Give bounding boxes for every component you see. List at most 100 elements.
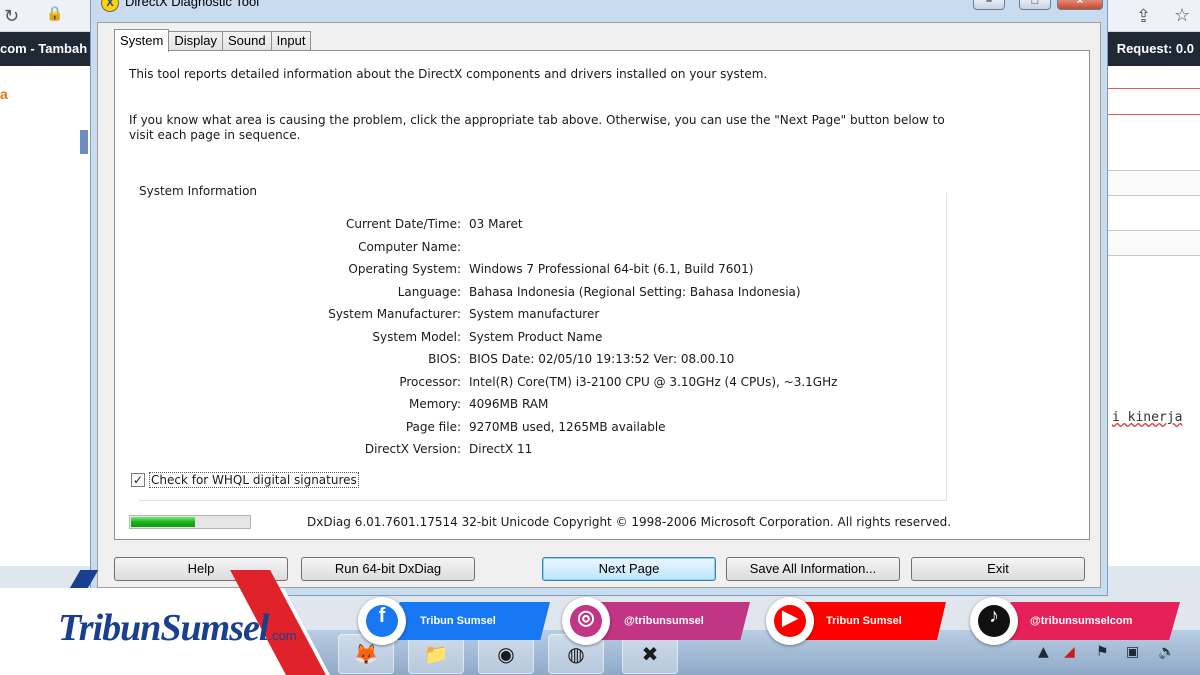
- tiktok-icon: ♪: [978, 605, 1010, 637]
- tab-sound[interactable]: Sound: [221, 31, 272, 51]
- facebook-icon: f: [366, 605, 398, 637]
- info-value: 03 Maret: [469, 217, 523, 231]
- info-label: Computer Name:: [358, 240, 461, 254]
- instagram-label: @tribunsumsel: [624, 615, 704, 627]
- tray-antivirus-icon[interactable]: ◢: [1064, 644, 1075, 660]
- page-left-strip: [80, 130, 88, 154]
- info-row-processor: Processor: Intel(R) Core(TM) i3-2100 CPU…: [139, 375, 899, 391]
- facebook-label: Tribun Sumsel: [420, 615, 496, 627]
- youtube-label: Tribun Sumsel: [826, 615, 902, 627]
- tray-expand-icon[interactable]: ▲: [1038, 644, 1049, 660]
- info-row-bios: BIOS: BIOS Date: 02/05/10 19:13:52 Ver: …: [139, 352, 899, 368]
- tray-network-icon[interactable]: ▣: [1126, 644, 1139, 660]
- instagram-icon: ◎: [570, 605, 602, 637]
- info-row-language: Language: Bahasa Indonesia (Regional Set…: [139, 285, 899, 301]
- info-label: System Manufacturer:: [328, 307, 461, 321]
- youtube-handle: Tribun Sumsel: [796, 602, 946, 640]
- copyright-text: DxDiag 6.01.7601.17514 32-bit Unicode Co…: [307, 515, 952, 529]
- browser-page-right: i kinerja: [1108, 66, 1200, 566]
- facebook-handle: Tribun Sumsel: [390, 602, 550, 640]
- window-title: DirectX Diagnostic Tool: [125, 0, 260, 9]
- info-label: Current Date/Time:: [345, 217, 461, 231]
- info-value: Windows 7 Professional 64-bit (6.1, Buil…: [469, 262, 754, 276]
- tray-flag-icon[interactable]: ⚑: [1096, 644, 1109, 660]
- progress-bar: [129, 515, 251, 529]
- run-64bit-button[interactable]: Run 64-bit DxDiag: [301, 557, 475, 581]
- info-row-directx-version: DirectX Version: DirectX 11: [139, 442, 899, 458]
- lock-icon: 🔒: [46, 6, 64, 22]
- browser-page-left: a: [0, 66, 96, 566]
- tab-input[interactable]: Input: [270, 31, 312, 51]
- tab-display[interactable]: Display: [168, 31, 223, 51]
- logo-text: TribunSumsel: [58, 607, 269, 649]
- tiktok-handle: @tribunsumselcom: [1000, 602, 1180, 640]
- progress-fill: [131, 517, 195, 527]
- maximize-button[interactable]: □: [1019, 0, 1051, 10]
- info-row-page-file: Page file: 9270MB used, 1265MB available: [139, 420, 899, 436]
- youtube-badge: ▶: [766, 597, 814, 645]
- page-right-field[interactable]: [1108, 170, 1200, 196]
- tiktok-label: @tribunsumselcom: [1030, 615, 1133, 627]
- system-information-group: Current Date/Time: 03 Maret Computer Nam…: [139, 193, 947, 501]
- info-row-manufacturer: System Manufacturer: System manufacturer: [139, 307, 899, 323]
- browser-tab-right[interactable]: Request: 0.0: [1117, 41, 1194, 56]
- maximize-icon: □: [1031, 0, 1039, 7]
- info-label: Language:: [397, 285, 461, 299]
- intro-text: This tool reports detailed information a…: [129, 67, 768, 81]
- whql-checkbox[interactable]: ✓: [131, 473, 145, 487]
- facebook-badge: f: [358, 597, 406, 645]
- close-icon: ×: [1076, 0, 1084, 7]
- page-right-field[interactable]: [1108, 230, 1200, 256]
- exit-button[interactable]: Exit: [911, 557, 1085, 581]
- info-value: 4096MB RAM: [469, 397, 549, 411]
- page-right-text: i kinerja: [1112, 410, 1183, 425]
- instagram-badge: ◎: [562, 597, 610, 645]
- info-value: System Product Name: [469, 330, 603, 344]
- system-tab-panel: This tool reports detailed information a…: [114, 50, 1090, 540]
- system-information-title: System Information: [139, 184, 258, 198]
- page-right-divider: [1108, 114, 1200, 115]
- info-value: Bahasa Indonesia (Regional Setting: Baha…: [469, 285, 801, 299]
- info-label: System Model:: [372, 330, 461, 344]
- tribunsumsel-logo: TribunSumsel.com: [58, 606, 297, 650]
- taskbar-chrome-icon[interactable]: ◉: [478, 634, 534, 674]
- tab-strip: System Display Sound Input: [114, 29, 312, 52]
- reload-icon[interactable]: ↻: [4, 6, 19, 27]
- intro-instructions: If you know what area is causing the pro…: [129, 113, 945, 142]
- info-row-computer-name: Computer Name:: [139, 240, 899, 256]
- info-label: Processor:: [399, 375, 461, 389]
- tiktok-badge: ♪: [970, 597, 1018, 645]
- bookmark-star-icon[interactable]: ☆: [1174, 5, 1190, 26]
- share-icon[interactable]: ⇪: [1136, 6, 1151, 27]
- logo-suffix: .com: [268, 628, 297, 643]
- info-label: BIOS:: [428, 352, 461, 366]
- info-value: 9270MB used, 1265MB available: [469, 420, 666, 434]
- youtube-icon: ▶: [774, 605, 806, 637]
- save-all-information-button[interactable]: Save All Information...: [726, 557, 900, 581]
- dialog-client: System Display Sound Input This tool rep…: [97, 22, 1101, 588]
- info-row-memory: Memory: 4096MB RAM: [139, 397, 899, 413]
- dxdiag-window: X DirectX Diagnostic Tool – □ × System D…: [90, 0, 1108, 596]
- directx-icon: X: [101, 0, 119, 12]
- whql-checkbox-label[interactable]: Check for WHQL digital signatures: [149, 472, 359, 488]
- browser-tab-left[interactable]: com - Tambah: [0, 41, 87, 56]
- close-button[interactable]: ×: [1057, 0, 1103, 10]
- minimize-button[interactable]: –: [973, 0, 1005, 10]
- info-label: Page file:: [405, 420, 461, 434]
- tray-volume-icon[interactable]: 🔊: [1158, 644, 1175, 660]
- page-left-text: a: [0, 86, 8, 102]
- info-value: DirectX 11: [469, 442, 533, 456]
- minimize-icon: –: [985, 0, 993, 7]
- next-page-button[interactable]: Next Page: [542, 557, 716, 581]
- info-row-datetime: Current Date/Time: 03 Maret: [139, 217, 899, 233]
- instagram-handle: @tribunsumsel: [590, 602, 750, 640]
- whql-checkbox-row[interactable]: ✓ Check for WHQL digital signatures: [131, 471, 359, 489]
- tab-system[interactable]: System: [114, 29, 170, 52]
- info-label: Memory:: [409, 397, 461, 411]
- info-label: DirectX Version:: [364, 442, 461, 456]
- taskbar-folder-icon[interactable]: 📁: [408, 634, 464, 674]
- info-label: Operating System:: [348, 262, 461, 276]
- info-value: Intel(R) Core(TM) i3-2100 CPU @ 3.10GHz …: [469, 375, 838, 389]
- taskbar-directx-icon[interactable]: ✖: [622, 634, 678, 674]
- info-row-os: Operating System: Windows 7 Professional…: [139, 262, 899, 278]
